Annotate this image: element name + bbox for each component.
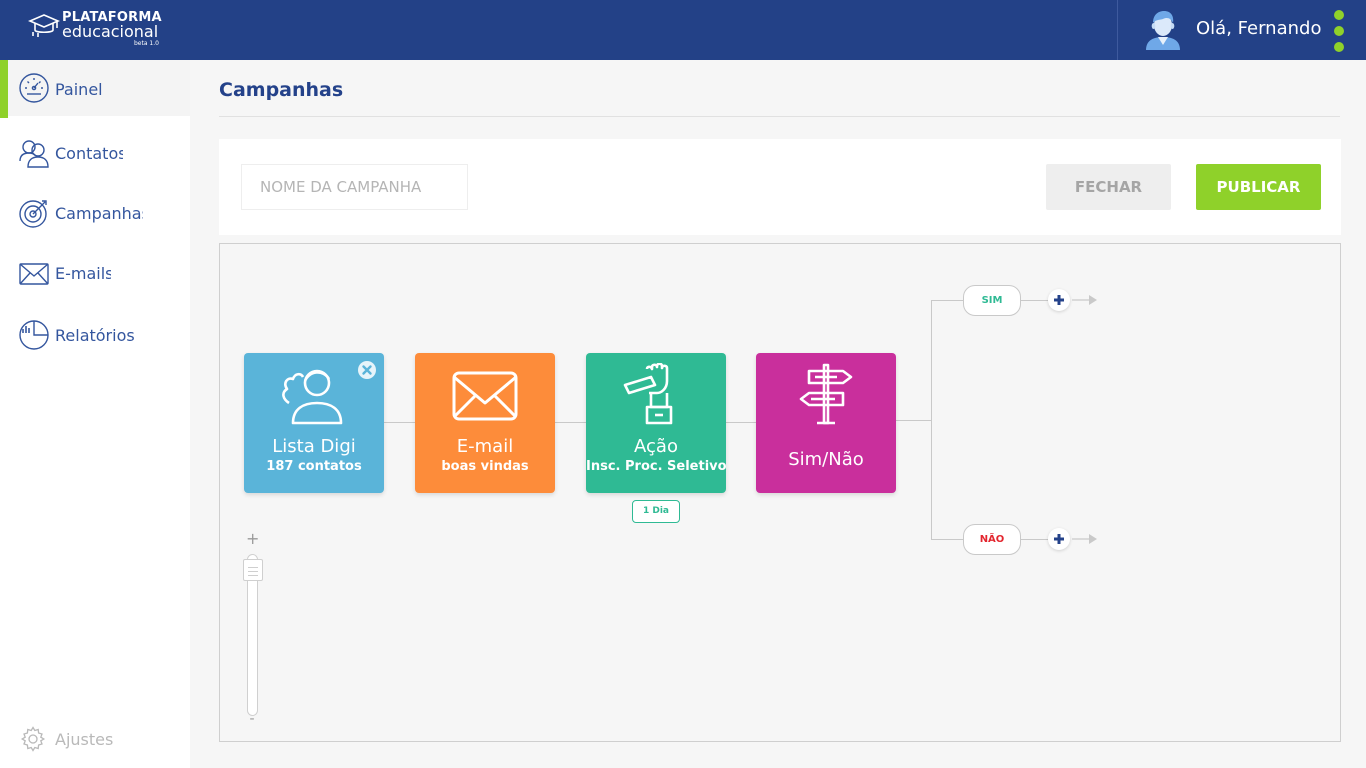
settings-label: Ajustes [55, 730, 114, 749]
flow-node-email[interactable]: E-mail boas vindas [415, 353, 555, 493]
envelope-icon [19, 263, 49, 285]
sidebar: Painel Contatos Campanhas E-mails Relató… [0, 60, 190, 768]
dot-icon [1334, 10, 1344, 20]
app-logo[interactable]: PLATAFORMA educacional beta 1.0 [28, 10, 168, 50]
plus-icon [1054, 534, 1064, 544]
sidebar-item-contatos[interactable]: Contatos [0, 124, 190, 180]
logo-line-2: educacional [62, 22, 159, 41]
signpost-icon [799, 363, 853, 425]
node-title: Ação [634, 436, 678, 457]
arrow-right-icon [1072, 534, 1097, 544]
flow-node-yes-no[interactable]: Sim/Não [756, 353, 896, 493]
sidebar-item-label: Campanhas [55, 204, 143, 223]
campaign-name-input[interactable] [241, 164, 468, 210]
target-icon [19, 200, 47, 228]
flow-connector [384, 422, 415, 423]
branch-connector-no [931, 539, 963, 540]
sidebar-item-campanhas[interactable]: Campanhas [0, 184, 190, 240]
graduation-cap-icon [28, 14, 60, 37]
add-step-no-button[interactable] [1048, 528, 1070, 550]
add-step-yes-button[interactable] [1048, 289, 1070, 311]
branch-no-pill[interactable]: NÃO [963, 524, 1021, 555]
branch-connector [931, 300, 932, 540]
more-menu-button[interactable] [1332, 10, 1346, 52]
user-avatar-icon[interactable] [1142, 8, 1184, 50]
page-title: Campanhas [219, 79, 344, 101]
flow-node-action[interactable]: Ação Insc. Proc. Seletivo [586, 353, 727, 493]
dot-icon [1334, 26, 1344, 36]
branch-connector-yes [931, 300, 963, 301]
gear-icon [20, 726, 46, 752]
top-header: PLATAFORMA educacional beta 1.0 Olá, Fer… [0, 0, 1366, 60]
settings-button[interactable]: Ajustes [20, 726, 170, 754]
flow-connector [555, 422, 586, 423]
sidebar-item-label: Painel [55, 80, 103, 99]
dot-icon [1334, 42, 1344, 52]
flow-canvas[interactable]: Lista Digi 187 contatos E-mail boas vind… [219, 243, 1341, 742]
title-divider [219, 116, 1340, 117]
sidebar-item-label: Contatos [55, 144, 123, 163]
zoom-in-button[interactable]: + [246, 531, 259, 547]
zoom-out-button[interactable]: - [246, 712, 258, 726]
close-button[interactable]: FECHAR [1046, 164, 1171, 210]
node-subtitle: boas vindas [441, 459, 529, 474]
sidebar-item-emails[interactable]: E-mails [0, 244, 190, 300]
sidebar-item-label: E-mails [55, 264, 111, 283]
arrow-right-icon [1072, 295, 1097, 305]
remove-node-icon[interactable] [357, 360, 377, 380]
branch-yes-pill[interactable]: SIM [963, 285, 1021, 316]
envelope-icon [452, 371, 518, 421]
gauge-icon [19, 73, 49, 103]
flow-connector [726, 422, 756, 423]
sidebar-item-relatorios[interactable]: Relatórios [0, 306, 190, 362]
node-title: E-mail [456, 436, 514, 457]
hand-pen-icon [623, 363, 673, 425]
plus-icon [1054, 295, 1064, 305]
zoom-slider-handle[interactable] [243, 559, 263, 581]
branch-connector-no [1021, 539, 1048, 540]
node-subtitle: 187 contatos [266, 459, 362, 474]
node-title: Sim/Não [788, 449, 864, 470]
sidebar-item-label: Relatórios [55, 326, 135, 345]
campaign-toolbar: FECHAR PUBLICAR [219, 139, 1341, 235]
branch-connector-yes [1021, 300, 1048, 301]
user-greeting: Olá, Fernando [1196, 18, 1322, 39]
node-title: Lista Digi [272, 436, 356, 457]
flow-connector [896, 420, 931, 421]
report-chart-icon [19, 320, 49, 350]
delay-badge[interactable]: 1 Dia [632, 500, 680, 523]
publish-button[interactable]: PUBLICAR [1196, 164, 1321, 210]
sidebar-item-painel[interactable]: Painel [0, 60, 190, 118]
contacts-icon [19, 140, 49, 168]
logo-version: beta 1.0 [134, 40, 159, 47]
header-divider [1117, 0, 1118, 60]
user-list-icon [282, 369, 343, 425]
node-subtitle: Insc. Proc. Seletivo [586, 459, 727, 474]
